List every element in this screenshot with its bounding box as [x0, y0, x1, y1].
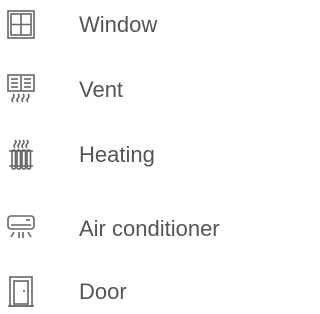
legend-item-label: Air conditioner [79, 216, 220, 241]
heating-icon [6, 138, 36, 172]
legend-list: Window Vent Heating Air conditioner Door [0, 0, 253, 314]
vent-icon [6, 73, 36, 107]
legend-item-vent: Vent [0, 71, 253, 111]
legend-item-label: Window [79, 12, 158, 37]
legend-item-heating: Heating [0, 136, 253, 176]
legend-item-door: Door [0, 273, 253, 313]
door-icon [6, 275, 36, 309]
window-icon [6, 8, 36, 42]
legend-item-window: Window [0, 6, 253, 46]
legend-item-label: Vent [79, 77, 124, 102]
legend-item-label: Door [79, 279, 127, 304]
air-conditioner-icon [6, 212, 36, 246]
legend-item-label: Heating [79, 142, 155, 167]
legend-item-air-conditioner: Air conditioner [0, 210, 253, 250]
